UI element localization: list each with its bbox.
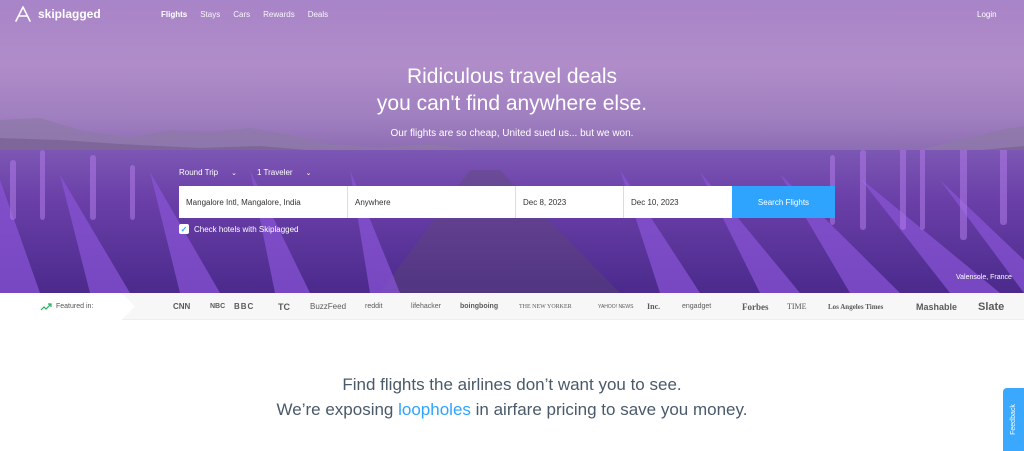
hero-headline-line-1: Ridiculous travel deals xyxy=(406,65,618,88)
press-logo-yahoo-news: YAHOO! NEWS xyxy=(598,303,634,310)
top-nav: skiplagged Flights Stays Cars Rewards De… xyxy=(0,0,1024,28)
featured-label: Featured in: xyxy=(0,293,135,320)
press-logo-cnn: CNN xyxy=(173,302,191,311)
search-options: Round Trip ⌄ 1 Traveler ⌄ xyxy=(179,168,331,177)
destination-input[interactable]: Anywhere xyxy=(348,186,516,218)
press-logo-forbes: Forbes xyxy=(742,301,769,312)
hero-section: skiplagged Flights Stays Cars Rewards De… xyxy=(0,0,1024,293)
return-date-input[interactable]: Dec 10, 2023 xyxy=(624,186,732,218)
hotel-checkbox[interactable]: ✓ xyxy=(179,224,189,234)
hero-subline: Our flights are so cheap, United sued us… xyxy=(390,128,634,139)
login-link[interactable]: Login xyxy=(977,10,997,19)
travelers-dropdown[interactable]: 1 Traveler ⌄ xyxy=(257,168,321,177)
press-logo-los-angeles-times: Los Angeles Times xyxy=(828,302,884,311)
nav-link-flights[interactable]: Flights xyxy=(161,10,187,19)
chevron-down-icon: ⌄ xyxy=(231,170,238,177)
press-logo-boingboing: boingboing xyxy=(460,303,499,310)
press-logo-buzzfeed: BuzzFeed xyxy=(310,302,347,311)
loopholes-link[interactable]: loopholes xyxy=(398,400,471,419)
tagline-line-2: We’re exposing loopholes in airfare pric… xyxy=(0,397,1024,422)
press-logo-techcrunch: TC xyxy=(278,301,290,312)
featured-label-text: Featured in: xyxy=(56,303,94,310)
hero-headline: Ridiculous travel deals you can't find a… xyxy=(0,63,1024,117)
brand-name: skiplagged xyxy=(38,7,101,21)
hero-background-lavender-field xyxy=(0,150,1024,293)
photo-credit: Valensole, France xyxy=(956,274,1012,281)
search-flights-button[interactable]: Search Flights xyxy=(732,186,835,218)
chevron-down-icon: ⌄ xyxy=(305,170,312,177)
hotel-check-option[interactable]: ✓ Check hotels with Skiplagged xyxy=(179,224,299,234)
press-logo-new-yorker: THE NEW YORKER xyxy=(519,303,572,310)
hotel-check-label: Check hotels with Skiplagged xyxy=(194,224,299,234)
press-logo-reddit: reddit xyxy=(365,303,383,310)
press-logo-nbc: NBC xyxy=(210,303,226,310)
nav-link-deals[interactable]: Deals xyxy=(308,10,328,19)
press-logo-time: TIME xyxy=(787,302,807,311)
trending-up-icon xyxy=(40,302,52,310)
press-logo-engadget: engadget xyxy=(682,303,712,310)
tagline-line-1: Find flights the airlines don’t want you… xyxy=(342,375,682,394)
travelers-label: 1 Traveler xyxy=(257,168,293,177)
featured-in-strip: Featured in: CNN NBC BBC TC BuzzFeed red… xyxy=(0,293,1024,320)
brand-logo[interactable]: skiplagged xyxy=(14,6,101,22)
press-logo-mashable: Mashable xyxy=(916,301,958,312)
tagline-line-2-start: We’re exposing xyxy=(276,400,399,419)
origin-input[interactable]: Mangalore Intl, Mangalore, India xyxy=(179,186,348,218)
press-logo-inc: Inc. xyxy=(647,302,661,311)
press-logo-slate: Slate xyxy=(978,300,1005,313)
tagline-line-2-end: in airfare pricing to save you money. xyxy=(470,400,748,419)
flight-search-form: Mangalore Intl, Mangalore, India Anywher… xyxy=(179,186,835,218)
trip-type-dropdown[interactable]: Round Trip ⌄ xyxy=(179,168,247,177)
skiplagged-logo-icon xyxy=(15,6,31,22)
nav-links: Flights Stays Cars Rewards Deals xyxy=(161,10,341,19)
nav-link-stays[interactable]: Stays xyxy=(200,10,220,19)
trip-type-label: Round Trip xyxy=(179,168,219,177)
depart-date-input[interactable]: Dec 8, 2023 xyxy=(516,186,624,218)
nav-link-rewards[interactable]: Rewards xyxy=(263,10,295,19)
press-logo-bbc: BBC xyxy=(234,302,255,311)
feedback-label: Feedback xyxy=(1010,404,1017,435)
tagline: Find flights the airlines don’t want you… xyxy=(0,372,1024,422)
nav-link-cars[interactable]: Cars xyxy=(233,10,250,19)
hero-headline-line-2: you can't find anywhere else. xyxy=(376,92,648,115)
press-logo-lifehacker: lifehacker xyxy=(411,303,441,310)
press-logos: CNN NBC BBC TC BuzzFeed reddit lifehacke… xyxy=(173,293,1010,320)
feedback-tab[interactable]: Feedback xyxy=(1003,388,1024,451)
